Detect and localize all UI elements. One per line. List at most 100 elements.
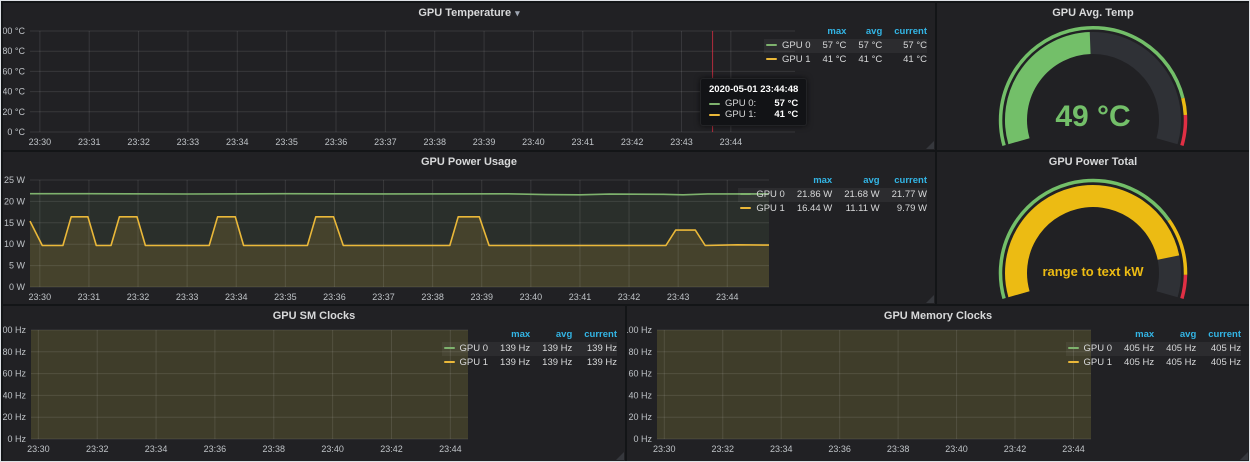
panel-resize-handle[interactable] [926, 295, 934, 303]
legend-header-row: max avg current [442, 328, 617, 342]
legend-header-avg: avg [846, 25, 882, 39]
stat-avg: 11.11 W [832, 202, 879, 216]
stat-current: 405 Hz [1196, 356, 1241, 370]
stat-max: 41 °C [811, 53, 847, 67]
stat-max: 405 Hz [1112, 356, 1154, 370]
stat-max: 139 Hz [488, 356, 530, 370]
svg-text:23:38: 23:38 [263, 444, 286, 454]
series-dash-icon [766, 44, 777, 46]
stat-avg: 21.68 W [832, 188, 879, 202]
legend-header-current: current [880, 174, 927, 188]
panel-resize-handle[interactable] [1240, 452, 1248, 460]
svg-text:23:36: 23:36 [204, 444, 227, 454]
panel-gpu-power-usage: GPU Power Usage 0 W5 W10 W15 W20 W25 W23… [3, 152, 935, 304]
svg-text:23:38: 23:38 [887, 444, 910, 454]
legend-header-row: max avg current [1066, 328, 1241, 342]
gauge-value-power-total: range to text kW [937, 264, 1249, 279]
stat-current: 139 Hz [572, 356, 617, 370]
stat-current: 405 Hz [1196, 342, 1241, 356]
svg-text:0 Hz: 0 Hz [7, 434, 26, 444]
svg-text:60 Hz: 60 Hz [3, 369, 26, 379]
legend-header-current: current [1196, 328, 1241, 342]
series-name: GPU 1 [756, 203, 785, 214]
svg-text:60 °C: 60 °C [3, 66, 25, 76]
stat-current: 57 °C [882, 39, 927, 53]
legend-header-max: max [785, 174, 832, 188]
svg-text:20 Hz: 20 Hz [3, 412, 26, 422]
svg-text:23:30: 23:30 [27, 444, 50, 454]
legend-header-avg: avg [530, 328, 572, 342]
panel-title-text: GPU Temperature [418, 7, 511, 19]
series-dash-icon [740, 207, 751, 209]
svg-text:23:40: 23:40 [520, 292, 543, 302]
svg-text:40 Hz: 40 Hz [628, 390, 652, 400]
svg-text:23:30: 23:30 [653, 444, 676, 454]
svg-text:23:43: 23:43 [667, 292, 690, 302]
series-dash-icon [444, 347, 455, 349]
series-name: GPU 0 [1084, 343, 1113, 354]
chevron-down-icon: ▾ [515, 8, 520, 18]
series-name: GPU 1 [782, 54, 811, 65]
panel-resize-handle[interactable] [926, 141, 934, 149]
svg-text:20 °C: 20 °C [3, 107, 25, 117]
legend-row-gpu0: GPU 0 139 Hz 139 Hz 139 Hz [442, 342, 617, 356]
series-dash-icon [1068, 361, 1079, 363]
series-name: GPU 0 [460, 343, 489, 354]
svg-text:23:36: 23:36 [828, 444, 851, 454]
svg-text:23:31: 23:31 [78, 292, 101, 302]
svg-text:23:38: 23:38 [421, 292, 444, 302]
svg-text:23:40: 23:40 [321, 444, 344, 454]
stat-avg: 139 Hz [530, 342, 572, 356]
stat-current: 9.79 W [880, 202, 927, 216]
panel-title-gpu-memory-clocks[interactable]: GPU Memory Clocks [627, 310, 1249, 322]
svg-text:23:34: 23:34 [225, 292, 248, 302]
stat-current: 41 °C [882, 53, 927, 67]
svg-text:25 W: 25 W [4, 175, 26, 185]
tooltip-row-gpu0: GPU 0: 57 °C [709, 98, 798, 109]
svg-text:23:44: 23:44 [716, 292, 739, 302]
panel-title-gpu-power-total[interactable]: GPU Power Total [937, 156, 1249, 168]
series-dash-icon [766, 58, 777, 60]
tooltip-timestamp: 2020-05-01 23:44:48 [709, 84, 798, 95]
grafana-dashboard: GPU Temperature▾ 0 °C20 °C40 °C60 °C80 °… [0, 0, 1250, 462]
series-name: GPU 1 [460, 357, 489, 368]
panel-title-gpu-sm-clocks[interactable]: GPU SM Clocks [3, 310, 625, 322]
legend-header-current: current [882, 25, 927, 39]
svg-text:23:37: 23:37 [374, 137, 397, 147]
svg-text:23:39: 23:39 [473, 137, 496, 147]
legend-row-gpu0: GPU 0 405 Hz 405 Hz 405 Hz [1066, 342, 1241, 356]
svg-text:23:41: 23:41 [569, 292, 592, 302]
stat-max: 57 °C [811, 39, 847, 53]
svg-text:23:35: 23:35 [274, 292, 297, 302]
svg-text:10 W: 10 W [4, 239, 26, 249]
legend-header-row: max avg current [738, 174, 927, 188]
series-dash-icon [709, 114, 720, 116]
svg-text:23:30: 23:30 [29, 137, 52, 147]
legend-row-gpu1: GPU 1 139 Hz 139 Hz 139 Hz [442, 356, 617, 370]
svg-text:80 Hz: 80 Hz [628, 347, 652, 357]
svg-text:23:44: 23:44 [1062, 444, 1085, 454]
series-dash-icon [444, 361, 455, 363]
panel-resize-handle[interactable] [616, 452, 624, 460]
svg-text:23:35: 23:35 [275, 137, 298, 147]
svg-text:23:36: 23:36 [325, 137, 348, 147]
svg-text:23:42: 23:42 [380, 444, 403, 454]
svg-text:5 W: 5 W [9, 261, 26, 271]
series-dash-icon [1068, 347, 1079, 349]
svg-text:15 W: 15 W [4, 218, 26, 228]
legend-row-gpu1: GPU 1 16.44 W 11.11 W 9.79 W [738, 202, 927, 216]
svg-text:23:42: 23:42 [1004, 444, 1027, 454]
panel-title-gpu-temperature[interactable]: GPU Temperature ▾ [3, 7, 935, 19]
legend-row-gpu1: GPU 1 41 °C 41 °C 41 °C [764, 53, 927, 67]
svg-text:100 Hz: 100 Hz [3, 325, 26, 335]
svg-text:23:37: 23:37 [372, 292, 395, 302]
svg-text:20 W: 20 W [4, 196, 26, 206]
svg-text:23:30: 23:30 [29, 292, 52, 302]
panel-title-gpu-avg-temp[interactable]: GPU Avg. Temp [937, 7, 1249, 19]
svg-text:23:40: 23:40 [522, 137, 545, 147]
legend-header-row: max avg current [764, 25, 927, 39]
graph-tooltip: 2020-05-01 23:44:48 GPU 0: 57 °C GPU 1: … [700, 78, 807, 126]
panel-title-gpu-power-usage[interactable]: GPU Power Usage [3, 156, 935, 168]
svg-text:80 °C: 80 °C [3, 46, 25, 56]
legend-header-max: max [811, 25, 847, 39]
